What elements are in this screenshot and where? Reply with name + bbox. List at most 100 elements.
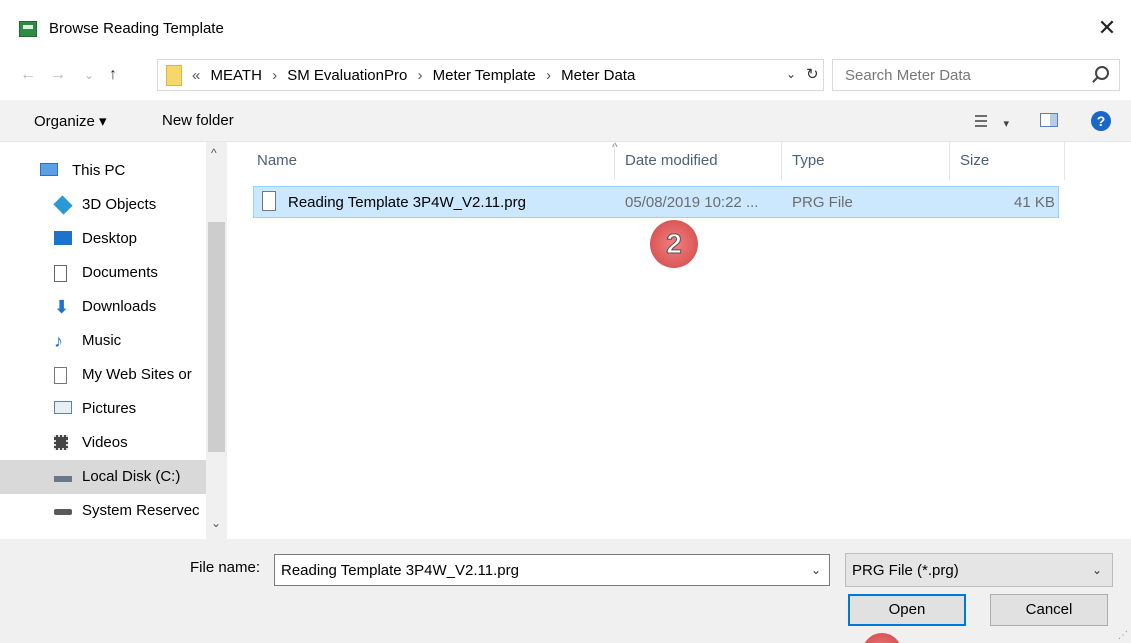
column-header-date[interactable]: Date modified [615,142,782,180]
open-button[interactable]: Open [848,594,966,626]
app-icon [19,21,37,37]
sidebar-item-label: System Reservec [82,502,200,519]
navigation-pane: This PC 3D Objects Desktop Documents ⬇ D… [0,142,230,539]
organize-button[interactable]: Organize ▾ [34,112,107,130]
column-header-name[interactable]: Name [247,142,615,180]
sidebar-item-music[interactable]: ♪ Music [0,324,206,358]
sidebar-item-pictures[interactable]: Pictures [0,392,206,426]
sidebar-item-label: Desktop [82,230,138,247]
search-icon [1095,66,1109,80]
file-icon [262,191,276,211]
new-folder-button[interactable]: New folder [162,112,234,129]
sidebar-item-3d-objects[interactable]: 3D Objects [0,188,206,222]
sidebar-item-label: 3D Objects [82,196,157,213]
sidebar-item-label: My Web Sites or [82,366,192,383]
resize-grip-icon[interactable]: ⋰ [1118,630,1128,641]
file-size: 41 KB [1014,194,1055,211]
file-date: 05/08/2019 10:22 ... [625,194,759,211]
sidebar-item-my-web-sites[interactable]: My Web Sites or [0,358,206,392]
folder-icon [166,65,182,86]
download-arrow-icon: ⬇ [54,297,70,317]
chevron-down-icon[interactable]: ⌄ [811,563,821,577]
file-name-field[interactable]: Reading Template 3P4W_V2.11.prg ⌄ [274,554,830,586]
close-icon[interactable]: ✕ [1093,14,1121,42]
nav-scrollbar[interactable]: ^ ⌄ [206,142,227,539]
list-view-icon-line [975,125,987,127]
chevron-down-icon: ⌄ [1091,563,1102,577]
drive-icon [54,476,72,482]
breadcrumb-sm-evaluationpro[interactable]: SM EvaluationPro [287,67,407,84]
sidebar-item-label: Music [82,332,122,349]
list-view-icon-line [975,120,987,122]
breadcrumb-meter-template[interactable]: Meter Template [433,67,536,84]
command-toolbar: Organize ▾ New folder ▾ ? [0,100,1131,142]
sidebar-item-label: Pictures [82,400,137,417]
sidebar-item-system-reserved[interactable]: System Reservec [0,494,206,528]
sidebar-item-documents[interactable]: Documents [0,256,206,290]
sidebar-item-label: Documents [82,264,158,281]
file-name: Reading Template 3P4W_V2.11.prg [288,194,526,211]
sidebar-item-videos[interactable]: Videos [0,426,206,460]
chevron-down-icon: ▾ [1003,118,1009,130]
scroll-up-icon[interactable]: ^ [211,146,217,160]
title-bar: Browse Reading Template ✕ [0,0,1131,56]
computer-icon [40,163,58,176]
file-name-label: File name: [190,559,261,576]
sidebar-item-local-disk-c[interactable]: Local Disk (C:) [0,460,206,494]
file-name-value: Reading Template 3P4W_V2.11.prg [281,562,519,579]
column-header-type[interactable]: Type [782,142,950,180]
pictures-icon [54,401,72,414]
breadcrumb-separator-icon[interactable]: › [546,67,551,84]
table-row[interactable]: Reading Template 3P4W_V2.11.prg 05/08/20… [253,186,1059,218]
chevron-down-icon[interactable]: ⌄ [786,67,796,81]
sidebar-item-label: Videos [82,434,128,451]
scroll-down-icon[interactable]: ⌄ [211,516,221,530]
help-icon[interactable]: ? [1091,111,1111,131]
drive-icon [54,509,72,515]
breadcrumb-meter-data[interactable]: Meter Data [561,67,635,84]
documents-icon [54,265,67,282]
step-marker [862,633,902,643]
sidebar-item-label: Downloads [82,298,157,315]
preview-pane-icon[interactable] [1040,113,1058,127]
window-title: Browse Reading Template [49,20,224,37]
column-header-label: Date modified [625,152,718,169]
overflow-chevron-icon[interactable]: « [192,67,200,84]
refresh-icon[interactable]: ↻ [806,65,819,83]
sidebar-item-this-pc[interactable]: This PC [0,154,206,188]
list-view-icon [975,115,987,117]
file-type: PRG File [792,194,853,211]
cube-icon [53,195,73,215]
breadcrumb: « MEATH › SM EvaluationPro › Meter Templ… [192,67,641,84]
recent-locations-icon[interactable]: ⌄ [79,64,99,86]
step-marker: 2 [650,220,698,268]
column-header-size[interactable]: Size [950,142,1065,180]
forward-arrow-icon[interactable]: → [48,64,68,86]
column-header-label: Name [257,152,298,169]
column-header-label: Size [960,152,990,169]
music-note-icon: ♪ [54,331,63,351]
sidebar-item-label: Local Disk (C:) [82,468,181,485]
step-marker-number: 2 [666,228,683,260]
breadcrumb-separator-icon[interactable]: › [417,67,422,84]
search-input[interactable]: Search Meter Data [832,59,1120,91]
sidebar-item-desktop[interactable]: Desktop [0,222,206,256]
search-placeholder: Search Meter Data [845,67,971,84]
desktop-icon [54,231,72,245]
bottom-panel: File name: Reading Template 3P4W_V2.11.p… [0,539,1131,643]
page-icon [54,367,67,384]
file-type-select[interactable]: PRG File (*.prg) ⌄ [845,553,1113,587]
sidebar-item-label: This PC [72,162,126,179]
breadcrumb-separator-icon[interactable]: › [272,67,277,84]
view-options-button[interactable]: ▾ [975,113,1011,130]
file-list: ^ Name Date modified Type Size Reading T… [230,140,1131,539]
breadcrumb-meath[interactable]: MEATH [211,67,262,84]
film-icon [54,435,68,450]
cancel-button[interactable]: Cancel [990,594,1108,626]
up-arrow-icon[interactable]: ↑ [103,64,123,86]
sidebar-item-downloads[interactable]: ⬇ Downloads [0,290,206,324]
address-bar[interactable]: « MEATH › SM EvaluationPro › Meter Templ… [157,59,824,91]
scrollbar-thumb[interactable] [208,222,225,452]
back-arrow-icon[interactable]: ← [18,64,38,86]
address-row: ← → ⌄ ↑ « MEATH › SM EvaluationPro › Met… [0,56,1131,96]
